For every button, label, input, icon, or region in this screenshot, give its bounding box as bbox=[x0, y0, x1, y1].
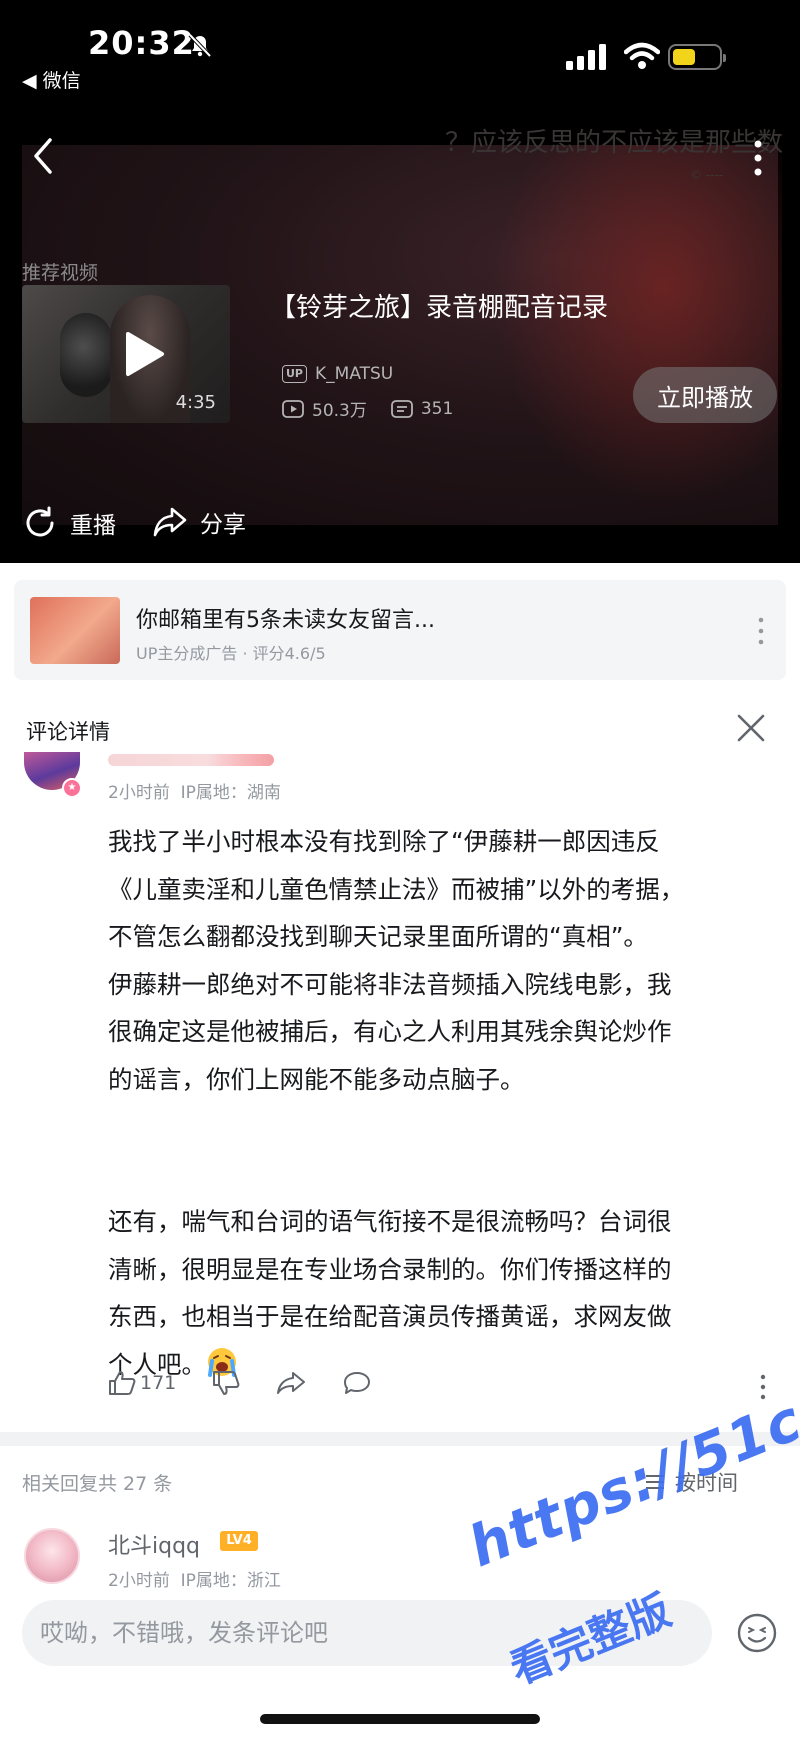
battery-icon bbox=[668, 44, 726, 70]
reply-button[interactable] bbox=[342, 1370, 372, 1396]
wifi-icon bbox=[624, 42, 660, 69]
comment-line: 不管怎么翻都没找到聊天记录里面所谓的“真相”。 bbox=[108, 922, 648, 951]
replay-label: 重播 bbox=[70, 513, 116, 539]
uploader-name: K_MATSU bbox=[315, 364, 394, 384]
ip-location: 湖南 bbox=[246, 783, 281, 803]
comment-line: 清晰，很明显是在专业场合录制的。你们传播这样的 bbox=[108, 1254, 672, 1284]
reply-username[interactable]: 北斗iqqq bbox=[108, 1528, 200, 1560]
dislike-button[interactable] bbox=[212, 1370, 240, 1396]
share-icon bbox=[277, 1372, 306, 1394]
ip-label: IP属地： bbox=[180, 783, 247, 803]
comment-line: 的谣言，你们上网能不能多动点脑子。 bbox=[108, 1064, 525, 1094]
back-arrow-icon[interactable] bbox=[28, 134, 58, 178]
bell-muted-icon bbox=[188, 33, 212, 58]
panel-title: 评论详情 bbox=[26, 720, 110, 744]
status-time: 20:32 bbox=[88, 24, 195, 62]
play-icon bbox=[126, 332, 164, 376]
video-duration: 4:35 bbox=[175, 392, 216, 413]
thumbs-up-icon bbox=[109, 1371, 136, 1395]
comment-meta: 2小时前 IP属地：湖南 bbox=[108, 778, 281, 803]
comment-line: 东西，也相当于是在给配音演员传播黄谣，求网友做 bbox=[108, 1302, 672, 1331]
back-to-wechat[interactable]: ◀ 微信 bbox=[22, 66, 81, 93]
play-now-button[interactable]: 立即播放 bbox=[633, 367, 777, 423]
replies-count: 相关回复共 27 条 bbox=[22, 1473, 173, 1495]
recommended-video-thumbnail[interactable]: 4:35 bbox=[22, 285, 230, 423]
view-count: 50.3万 bbox=[312, 401, 367, 421]
watermark-caption: 看完整版 bbox=[503, 1585, 678, 1694]
avatar[interactable] bbox=[24, 1528, 80, 1584]
video-watermark: © ---- bbox=[690, 168, 724, 182]
recommend-label: 推荐视频 bbox=[22, 262, 99, 284]
home-indicator bbox=[260, 1714, 540, 1724]
more-vertical-icon[interactable] bbox=[748, 138, 768, 178]
username-obscured[interactable] bbox=[108, 754, 274, 766]
comment-line: 伊藤耕一郎绝对不可能将非法音频插入院线电影，我 bbox=[108, 969, 672, 999]
like-button[interactable]: 171 bbox=[108, 1370, 176, 1396]
share-icon bbox=[153, 507, 187, 537]
comment-text: 我找了半小时根本没有找到除了“伊藤耕一郎因违反 《儿童卖淫和儿童色情禁止法》而被… bbox=[108, 818, 758, 1388]
comment-line: 我找了半小时根本没有找到除了“伊藤耕一郎因违反 bbox=[108, 827, 660, 856]
uploader-row[interactable]: UP K_MATSU bbox=[282, 362, 393, 386]
ad-subtitle: UP主分成广告 · 评分4.6/5 bbox=[136, 644, 326, 663]
danmaku-count: 351 bbox=[420, 398, 454, 419]
share-comment-button[interactable] bbox=[276, 1371, 306, 1395]
share-button[interactable]: 分享 bbox=[152, 505, 246, 539]
reply-time: 2小时前 bbox=[108, 1571, 170, 1591]
reply-meta: 2小时前 IP属地：浙江 bbox=[108, 1566, 281, 1591]
share-label: 分享 bbox=[200, 512, 246, 538]
cellular-signal-icon bbox=[566, 44, 606, 70]
comment-bubble-icon bbox=[344, 1372, 371, 1394]
ad-card[interactable]: 你邮箱里有5条未读女友留言... UP主分成广告 · 评分4.6/5 bbox=[14, 580, 786, 680]
replay-icon bbox=[26, 506, 54, 537]
ip-label: IP属地： bbox=[180, 1571, 247, 1591]
comment-actions: 171 bbox=[108, 1370, 408, 1396]
up-badge: UP bbox=[282, 365, 307, 383]
views-icon bbox=[282, 399, 304, 418]
comment-line: 《儿童卖淫和儿童色情禁止法》而被捕”以外的考据， bbox=[108, 874, 685, 904]
ad-more-icon[interactable] bbox=[758, 616, 764, 646]
danmaku-icon bbox=[390, 399, 413, 418]
thumbs-down-icon bbox=[213, 1371, 240, 1395]
video-stats: 50.3万 351 bbox=[282, 396, 453, 421]
ad-title: 你邮箱里有5条未读女友留言... bbox=[136, 608, 435, 633]
emoji-icon[interactable] bbox=[736, 1612, 778, 1654]
video-subtitle-overlay: ？应该反思的不应该是那些数 bbox=[445, 128, 784, 158]
recommended-video-title[interactable]: 【铃芽之旅】录音棚配音记录 bbox=[270, 287, 608, 324]
level-badge: LV4 bbox=[220, 1531, 258, 1551]
video-player[interactable]: 20:32 ◀ 微信 ？应该反思的不应该是那些数 © ---- 推荐视频 4:3… bbox=[0, 0, 800, 563]
ad-thumbnail bbox=[30, 597, 120, 664]
comment-line: 还有，喘气和台词的语气衔接不是很流畅吗？台词很 bbox=[108, 1207, 672, 1236]
replay-button[interactable]: 重播 bbox=[22, 505, 116, 541]
comment-line: 很确定这是他被捕后，有心之人利用其残余舆论炒作 bbox=[108, 1017, 672, 1046]
ip-location: 浙江 bbox=[246, 1571, 281, 1591]
vip-badge-icon: ★ bbox=[62, 778, 82, 798]
comment-time: 2小时前 bbox=[108, 783, 170, 803]
close-icon[interactable] bbox=[736, 713, 766, 743]
like-count: 171 bbox=[140, 1372, 177, 1394]
